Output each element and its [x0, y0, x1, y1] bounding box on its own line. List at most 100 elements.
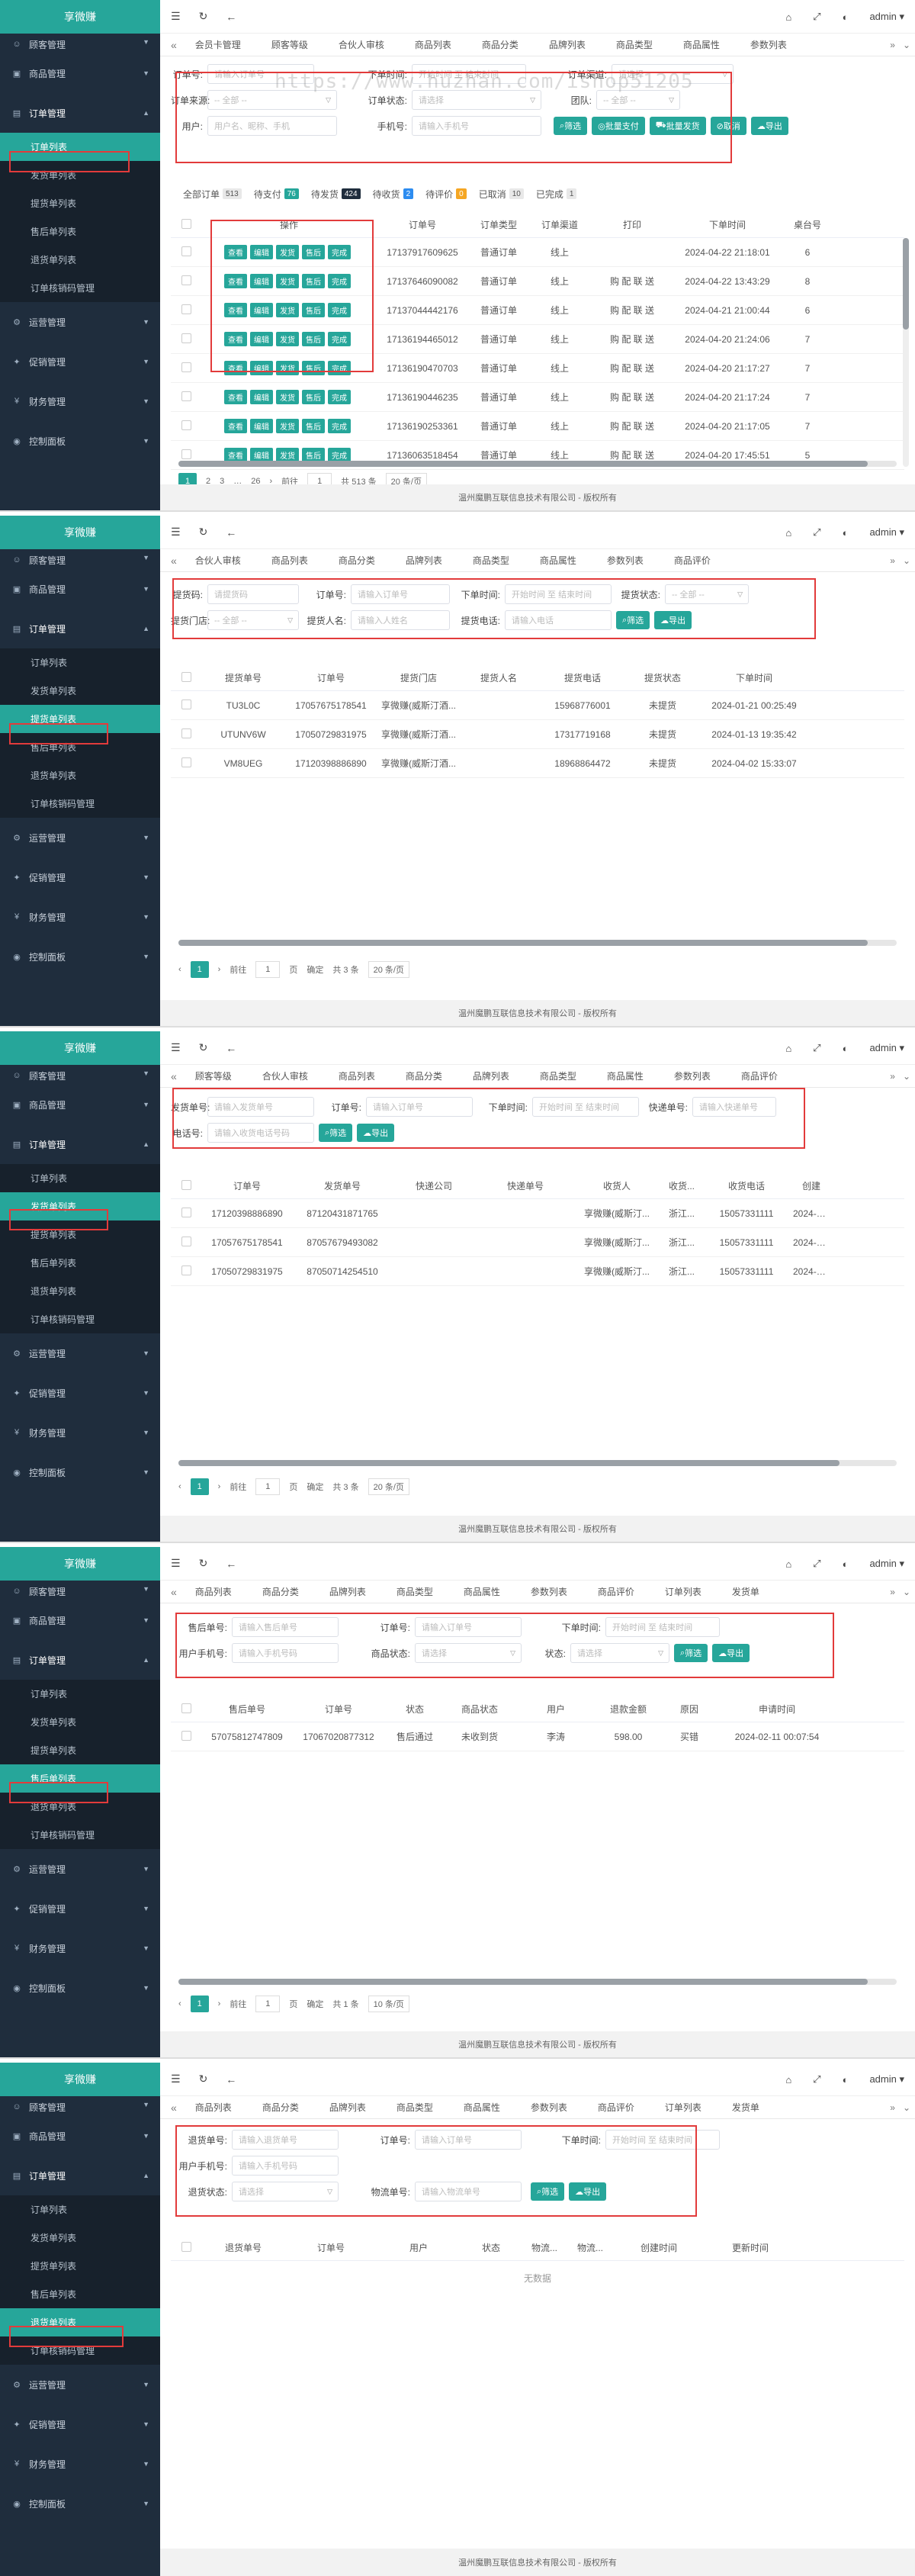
submenu-return-list[interactable]: 退货单列表 [0, 246, 160, 274]
complete-button[interactable]: 完成 [328, 390, 351, 404]
tab-item[interactable]: 发货单 [717, 2096, 775, 2118]
order-time-picker[interactable]: 开始时间 至 结束时间 [505, 584, 612, 604]
row-checkbox[interactable] [181, 1207, 191, 1217]
sidebar-item-order[interactable]: ▤ 订单管理 ▲ [0, 93, 160, 133]
submenu-delivery-list[interactable]: 发货单列表 [0, 2224, 160, 2252]
refresh-icon[interactable]: ↻ [199, 2073, 208, 2086]
tab-item[interactable]: 商品列表 [180, 2096, 247, 2118]
sidebar-item-goods[interactable]: ▣ 商品管理 ▼ [0, 1085, 160, 1124]
submenu-return-list[interactable]: 退货单列表 [0, 1793, 160, 1821]
select-all-checkbox[interactable] [181, 218, 191, 229]
tag-icon[interactable]: ⌂ [785, 11, 791, 23]
refresh-icon[interactable]: ↻ [199, 10, 208, 23]
status-tab-unrated[interactable]: 待评价 0 [421, 188, 471, 201]
row-checkbox[interactable] [181, 728, 191, 738]
confirm-button[interactable]: 确定 [307, 1998, 323, 2010]
tab-item[interactable]: 订单列表 [650, 1581, 717, 1603]
refresh-icon[interactable]: ↻ [199, 1041, 208, 1054]
status-tab-unpaid[interactable]: 待支付 76 [249, 188, 303, 201]
order-no-input[interactable]: 请输入订单号 [366, 1097, 473, 1117]
complete-button[interactable]: 完成 [328, 303, 351, 317]
sidebar-item-control[interactable]: ◉ 控制面板 ▼ [0, 1452, 160, 1492]
tab-item[interactable]: 参数列表 [592, 549, 659, 571]
complete-button[interactable]: 完成 [328, 419, 351, 433]
submenu-delivery-list[interactable]: 发货单列表 [0, 1192, 160, 1220]
sidebar-item-promo[interactable]: ✦ 促销管理 ▼ [0, 1373, 160, 1413]
order-channel-select[interactable]: 请选择 ▽ [612, 64, 734, 84]
sidebar-item-order[interactable]: ▤ 订单管理 ▲ [0, 609, 160, 648]
back-icon[interactable]: ← [226, 11, 236, 23]
fullscreen-icon[interactable]: ⤢ [813, 11, 820, 23]
filter-button[interactable]: ⌕ 筛选 [554, 117, 588, 135]
submenu-pickup-list[interactable]: 提货单列表 [0, 1736, 160, 1764]
tab-item[interactable]: 商品分类 [247, 1581, 314, 1603]
order-time-picker[interactable]: 开始时间 至 结束时间 [532, 1097, 639, 1117]
export-button[interactable]: ☁ 导出 [654, 611, 692, 629]
tab-item[interactable]: 商品评价 [659, 549, 726, 571]
sidebar-item-ops[interactable]: ⚙ 运营管理 ▼ [0, 818, 160, 857]
tab-item[interactable]: 参数列表 [659, 1065, 726, 1087]
aftersale-button[interactable]: 售后 [302, 245, 325, 259]
export-button[interactable]: ☁ 导出 [712, 1644, 750, 1662]
tab-item[interactable]: 商品评价 [583, 2096, 650, 2118]
sidebar-item-finance[interactable]: ¥ 财务管理 ▼ [0, 897, 160, 937]
row-checkbox[interactable] [181, 333, 191, 343]
select-all-checkbox[interactable] [181, 2241, 191, 2252]
order-time-picker[interactable]: 开始时间 至 结束时间 [412, 64, 526, 84]
tag-icon[interactable]: ⌂ [785, 1043, 791, 1054]
export-button[interactable]: ☁ 导出 [750, 117, 788, 135]
horizontal-scrollbar[interactable] [178, 940, 897, 946]
sidebar-item-goods[interactable]: ▣ 商品管理 ▼ [0, 1600, 160, 1640]
view-button[interactable]: 查看 [224, 332, 247, 346]
order-status-select[interactable]: 请选择 ▽ [412, 90, 541, 110]
aftersale-button[interactable]: 售后 [302, 332, 325, 346]
user-menu[interactable]: admin ▾ [869, 11, 904, 23]
sidebar-item-finance[interactable]: ¥ 财务管理 ▼ [0, 1413, 160, 1452]
express-no-input[interactable]: 请输入快递单号 [692, 1097, 776, 1117]
submenu-order-list[interactable]: 订单列表 [0, 1164, 160, 1192]
filter-button[interactable]: ⌕ 筛选 [616, 611, 650, 629]
tab-item[interactable]: 参数列表 [515, 1581, 583, 1603]
tab-item[interactable]: 商品分类 [323, 549, 390, 571]
export-button[interactable]: ☁ 导出 [357, 1124, 395, 1142]
user-phone-input[interactable]: 请输入手机号码 [232, 1643, 339, 1663]
submenu-verify-code[interactable]: 订单核销码管理 [0, 790, 160, 818]
prev-page-icon[interactable]: ‹ [178, 1482, 181, 1491]
user-menu[interactable]: admin ▾ [869, 526, 904, 539]
back-icon[interactable]: ← [226, 1042, 236, 1054]
sidebar-item-ops[interactable]: ⚙ 运营管理 ▼ [0, 2365, 160, 2404]
tab-item[interactable]: 商品分类 [247, 2096, 314, 2118]
sidebar-item-control[interactable]: ◉ 控制面板 ▼ [0, 2484, 160, 2523]
export-button[interactable]: ☁ 导出 [569, 2182, 607, 2201]
return-status-select[interactable]: 请选择 ▽ [232, 2182, 339, 2201]
sidebar-item-goods[interactable]: ▣ 商品管理 ▼ [0, 569, 160, 609]
user-input[interactable]: 用户名、昵称、手机 [207, 116, 337, 136]
menu-toggle-icon[interactable]: ☰ [171, 526, 181, 539]
tabs-next-icon[interactable]: » [890, 40, 895, 50]
tag-icon[interactable]: ⌂ [785, 2074, 791, 2086]
tab-item[interactable]: 商品类型 [601, 34, 668, 56]
view-button[interactable]: 查看 [224, 274, 247, 288]
tab-item[interactable]: 商品分类 [390, 1065, 458, 1087]
row-checkbox[interactable] [181, 362, 191, 372]
cancel-button[interactable]: ⊘ 取消 [710, 117, 746, 135]
batch-ship-button[interactable]: ⛟ 批量发货 [649, 117, 706, 135]
confirm-button[interactable]: 确定 [307, 1481, 323, 1493]
row-checkbox[interactable] [181, 699, 191, 709]
status-tab-unshipped[interactable]: 待发货 424 [307, 188, 365, 201]
sidebar-item-goods[interactable]: ▣ 商品管理 ▼ [0, 53, 160, 93]
tab-item[interactable]: 合伙人审核 [323, 34, 400, 56]
order-no-input[interactable]: 请输入订单号 [415, 1617, 522, 1637]
user-phone-input[interactable]: 请输入手机号码 [232, 2156, 339, 2176]
edit-button[interactable]: 编辑 [250, 390, 273, 404]
pickup-phone-input[interactable]: 请输入电话 [505, 610, 612, 630]
sidebar-item-goods[interactable]: ▣ 商品管理 ▼ [0, 2116, 160, 2156]
menu-toggle-icon[interactable]: ☰ [171, 10, 181, 23]
tab-item[interactable]: 商品属性 [592, 1065, 659, 1087]
tab-item[interactable]: 商品列表 [323, 1065, 390, 1087]
sidebar-item-customer[interactable]: ☺ 顾客管理 ▼ [0, 549, 160, 569]
row-checkbox[interactable] [181, 449, 191, 459]
tabs-next-icon[interactable]: » [890, 1587, 895, 1597]
page-button[interactable]: 1 [190, 1996, 209, 2012]
submenu-pickup-list[interactable]: 提货单列表 [0, 189, 160, 217]
